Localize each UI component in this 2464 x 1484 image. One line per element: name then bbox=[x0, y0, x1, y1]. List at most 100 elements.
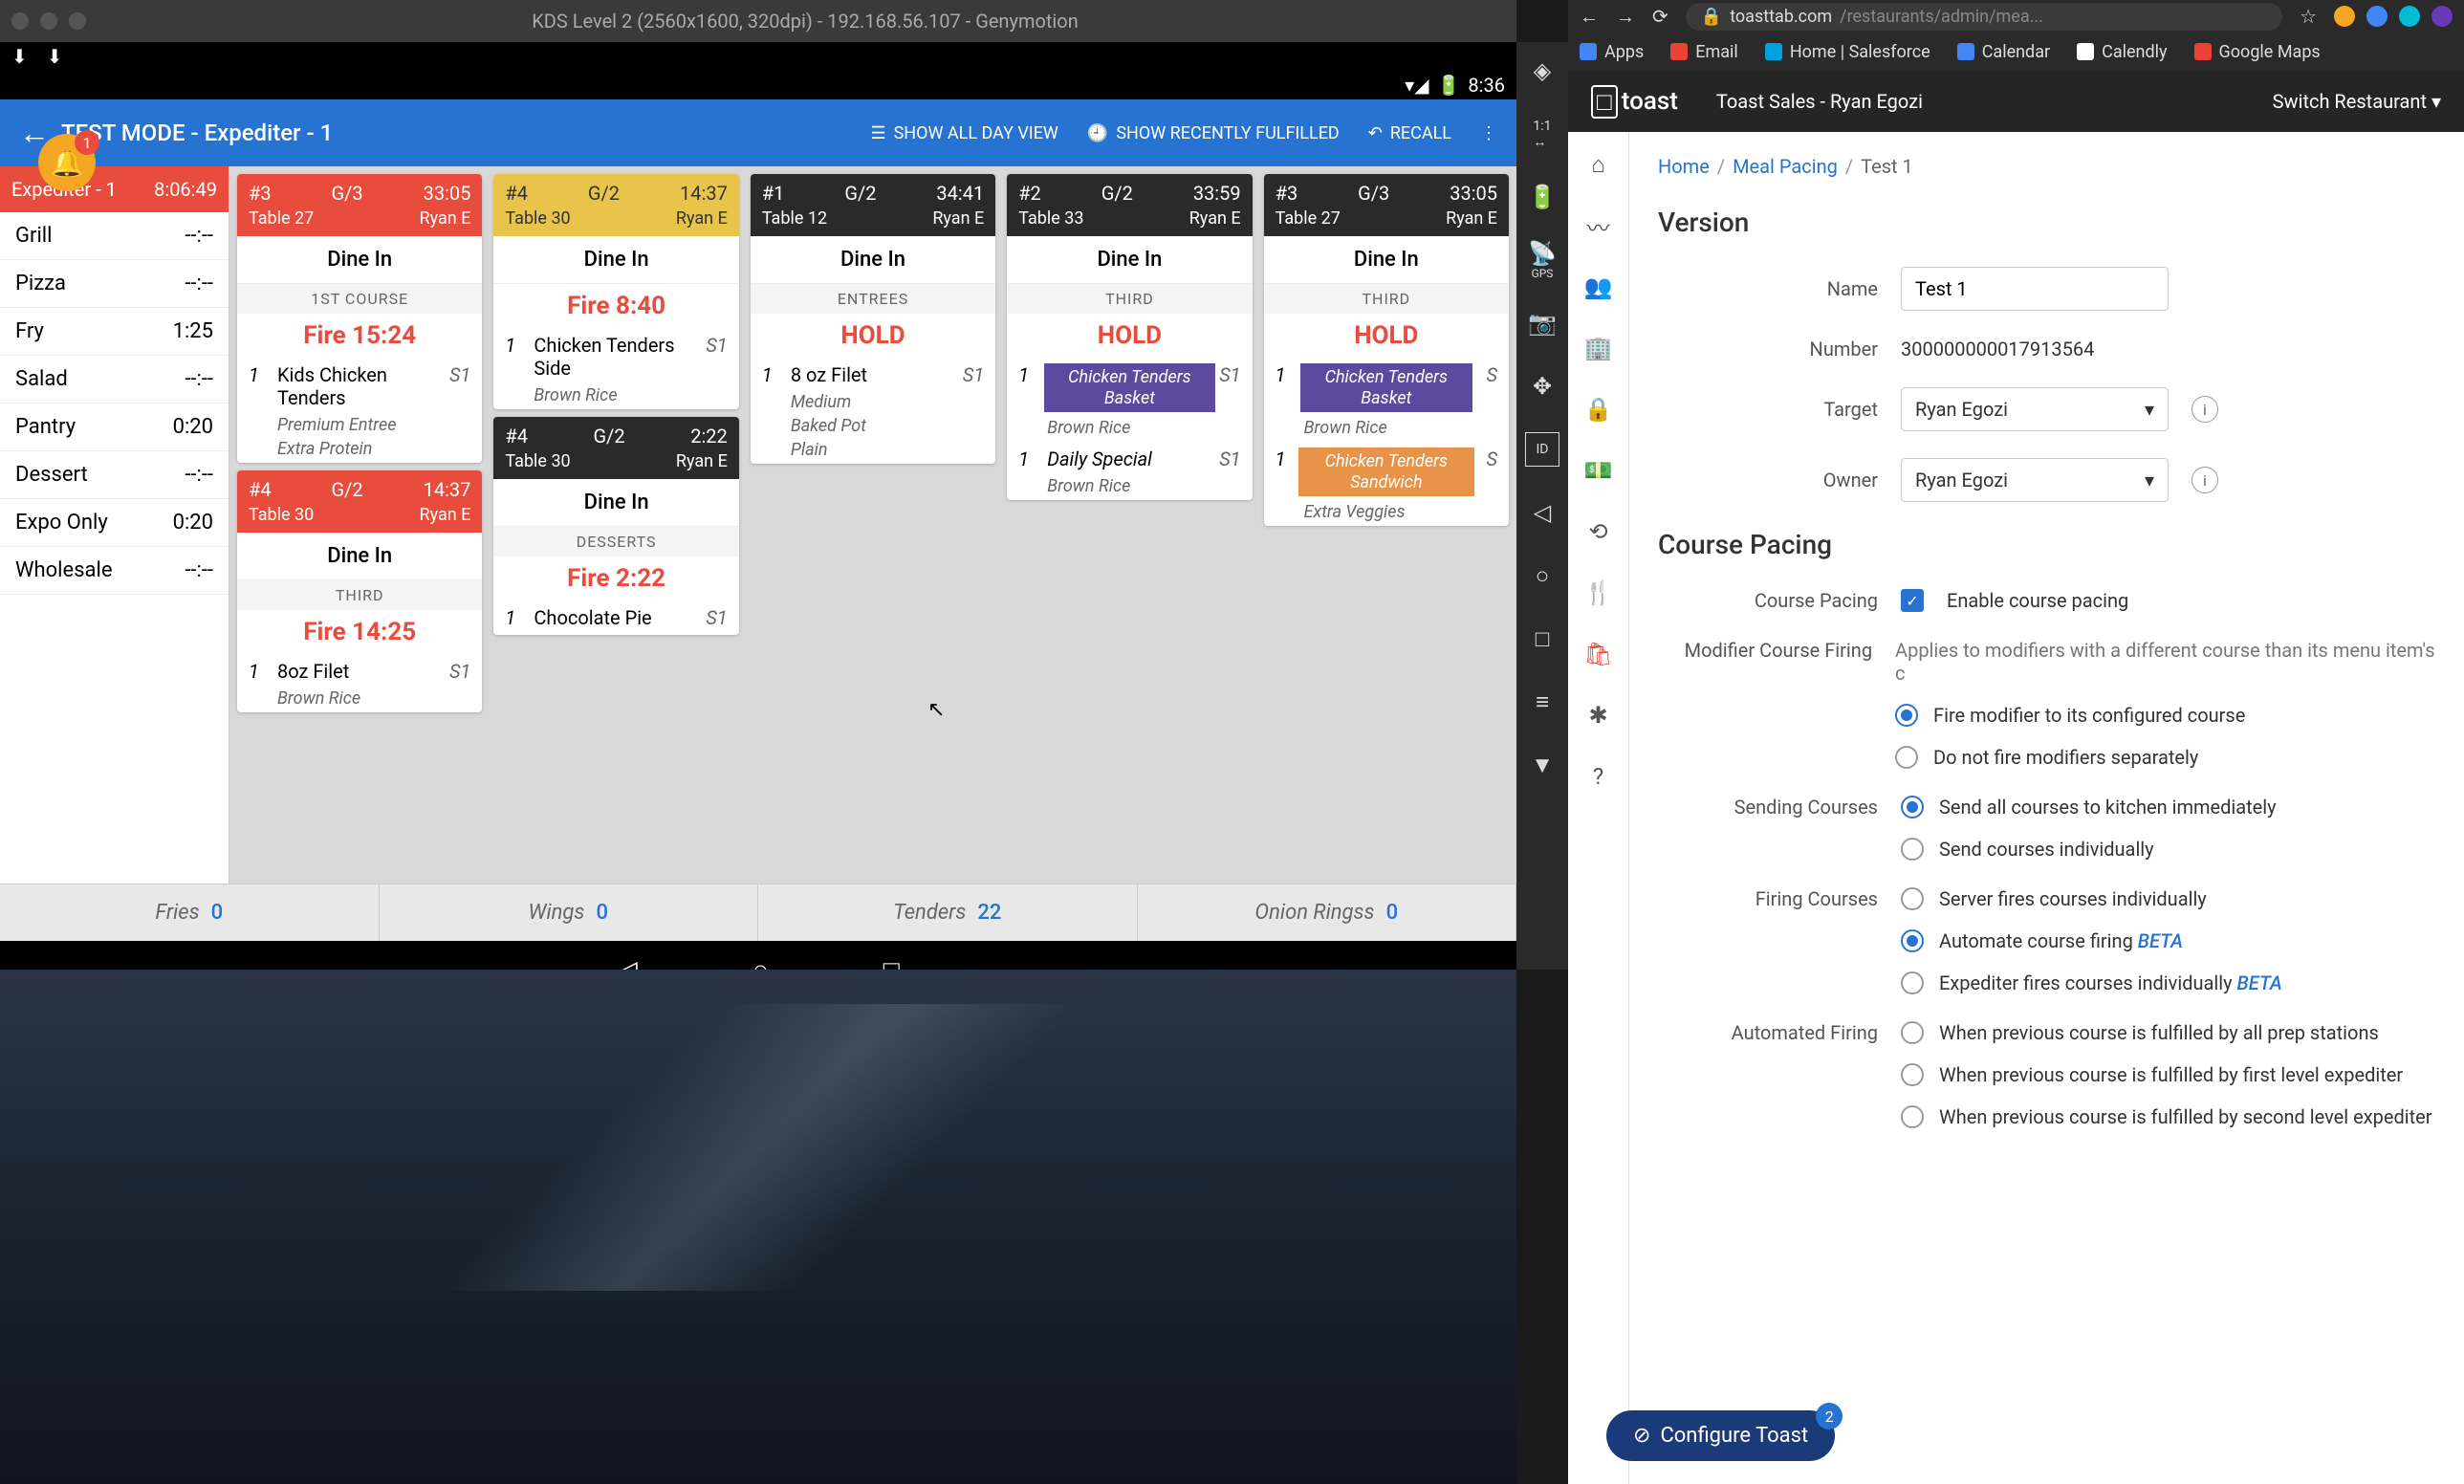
mcf-radio-1[interactable] bbox=[1895, 704, 1918, 727]
notification-bell[interactable]: 🔔1 bbox=[38, 134, 96, 191]
name-input[interactable] bbox=[1901, 267, 2169, 311]
camera-tool-icon[interactable]: 📷 bbox=[1525, 306, 1559, 340]
recent-tool-icon[interactable]: □ bbox=[1525, 622, 1559, 656]
chart-icon[interactable]: 〰 bbox=[1585, 212, 1612, 239]
nav-fwd-icon[interactable]: → bbox=[1616, 5, 1635, 29]
item-modifier: Medium bbox=[751, 392, 995, 416]
ext-icon[interactable] bbox=[2431, 6, 2453, 27]
bookmark-item[interactable]: Calendly bbox=[2077, 42, 2167, 62]
nav-back-icon[interactable]: ← bbox=[1580, 5, 1599, 29]
ticket-card[interactable]: #4G/22:22 Table 30Ryan E Dine InDESSERTS… bbox=[493, 417, 738, 635]
item-modifier: Extra Veggies bbox=[1264, 502, 1509, 526]
url-bar[interactable]: 🔒 toasttab.com/restaurants/admin/mea... bbox=[1686, 3, 2282, 31]
footer-item[interactable]: Onion Ringss0 bbox=[1138, 884, 1517, 941]
rotate-icon[interactable]: ◈ bbox=[1525, 54, 1559, 88]
ext-icon[interactable] bbox=[2399, 6, 2420, 27]
battery-icon: 🔋 bbox=[1437, 74, 1461, 97]
show-recent-button[interactable]: 🕘SHOW RECENTLY FULFILLED bbox=[1087, 123, 1340, 143]
ticket-card[interactable]: #3G/333:05 Table 27Ryan E Dine InTHIRDHO… bbox=[1264, 174, 1509, 526]
bookmark-item[interactable]: Google Maps bbox=[2194, 42, 2321, 62]
sidebar-row[interactable]: Fry1:25 bbox=[0, 308, 229, 356]
course-label: DESSERTS bbox=[493, 527, 738, 556]
fc-radio-3[interactable] bbox=[1901, 971, 1924, 994]
min-dot[interactable] bbox=[40, 12, 57, 30]
building-icon[interactable]: 🏢 bbox=[1585, 335, 1612, 361]
bc-home[interactable]: Home bbox=[1658, 155, 1710, 178]
ext-icon[interactable] bbox=[2366, 6, 2388, 27]
ticket-card[interactable]: #2G/233:59 Table 33Ryan E Dine InTHIRDHO… bbox=[1007, 174, 1252, 500]
more-icon[interactable]: ⋮ bbox=[1480, 123, 1497, 143]
sc-radio-1[interactable] bbox=[1901, 796, 1924, 818]
owner-select[interactable]: Ryan Egozi▾ bbox=[1901, 458, 2169, 502]
target-select[interactable]: Ryan Egozi▾ bbox=[1901, 387, 2169, 431]
info-icon[interactable]: i bbox=[2191, 396, 2218, 423]
scale-icon[interactable]: 1:1↔ bbox=[1525, 117, 1559, 151]
people-icon[interactable]: 👥 bbox=[1585, 273, 1612, 300]
lock-nav-icon[interactable]: 🔒 bbox=[1585, 396, 1612, 423]
max-dot[interactable] bbox=[69, 12, 86, 30]
item-modifier: Brown Rice bbox=[1007, 476, 1252, 500]
gps-tool-icon[interactable]: 📡GPS bbox=[1525, 243, 1559, 277]
bookmark-item[interactable]: Email bbox=[1670, 42, 1738, 62]
sidebar-header[interactable]: Expediter - 1 8:06:49 bbox=[0, 166, 229, 212]
sc-radio-2[interactable] bbox=[1901, 838, 1924, 861]
home-tool-icon[interactable]: ○ bbox=[1525, 558, 1559, 593]
bookmark-item[interactable]: Calendar bbox=[1957, 42, 2050, 62]
item-modifier: Brown Rice bbox=[237, 688, 482, 712]
footer-item[interactable]: Tenders22 bbox=[758, 884, 1138, 941]
toast-logo[interactable]: □toast bbox=[1591, 85, 1678, 119]
fc-radio-1[interactable] bbox=[1901, 887, 1924, 910]
target-label: Target bbox=[1658, 398, 1878, 421]
help-icon[interactable]: ? bbox=[1585, 763, 1612, 790]
sidebar-row[interactable]: Pizza--:-- bbox=[0, 260, 229, 308]
expand-tool-icon[interactable]: ▼ bbox=[1525, 748, 1559, 782]
sync-icon[interactable]: ⟲ bbox=[1585, 518, 1612, 545]
utensils-icon[interactable]: 🍴 bbox=[1585, 579, 1612, 606]
mcf-radio-2[interactable] bbox=[1895, 746, 1918, 769]
ticket-header: #1G/234:41 Table 12Ryan E bbox=[751, 174, 995, 236]
ticket-card[interactable]: #4G/214:37 Table 30Ryan E Dine InFire 8:… bbox=[493, 174, 738, 409]
shop-icon[interactable]: 🛍 bbox=[1585, 641, 1612, 667]
network-icon[interactable]: ✱ bbox=[1585, 702, 1612, 729]
sidebar-row[interactable]: Dessert--:-- bbox=[0, 451, 229, 499]
footer-item[interactable]: Wings0 bbox=[380, 884, 759, 941]
configure-toast-button[interactable]: ⊘ Configure Toast 2 bbox=[1606, 1410, 1835, 1461]
sidebar-row[interactable]: Salad--:-- bbox=[0, 356, 229, 404]
ticket-card[interactable]: #3G/333:05 Table 27Ryan E Dine In1ST COU… bbox=[237, 174, 482, 463]
bc-meal-pacing[interactable]: Meal Pacing bbox=[1733, 155, 1838, 178]
switch-restaurant-button[interactable]: Switch Restaurant ▾ bbox=[2273, 90, 2441, 113]
menu-tool-icon[interactable]: ≡ bbox=[1525, 685, 1559, 719]
money-icon[interactable]: 💵 bbox=[1585, 457, 1612, 484]
desktop-wave bbox=[0, 1004, 1516, 1291]
id-tool-icon[interactable]: ID bbox=[1525, 432, 1559, 467]
af-radio-1[interactable] bbox=[1901, 1021, 1924, 1044]
af-radio-2[interactable] bbox=[1901, 1063, 1924, 1086]
star-icon[interactable]: ☆ bbox=[2300, 5, 2317, 28]
sidebar-row[interactable]: Pantry0:20 bbox=[0, 404, 229, 451]
bookmark-item[interactable]: Home | Salesforce bbox=[1765, 42, 1930, 62]
window-controls[interactable] bbox=[11, 12, 86, 30]
bookmark-item[interactable]: Apps bbox=[1580, 42, 1644, 62]
move-tool-icon[interactable]: ✥ bbox=[1525, 369, 1559, 404]
item-chip: Chicken Tenders Basket bbox=[1300, 363, 1472, 412]
nav-reload-icon[interactable]: ⟳ bbox=[1652, 5, 1668, 28]
show-all-day-button[interactable]: ☰SHOW ALL DAY VIEW bbox=[870, 123, 1058, 143]
sidebar-row[interactable]: Grill--:-- bbox=[0, 212, 229, 260]
footer-item[interactable]: Fries0 bbox=[0, 884, 380, 941]
close-dot[interactable] bbox=[11, 12, 29, 30]
sidebar-row[interactable]: Expo Only0:20 bbox=[0, 499, 229, 547]
ticket-card[interactable]: #4G/214:37 Table 30Ryan E Dine InTHIRDFi… bbox=[237, 470, 482, 712]
recall-button[interactable]: ↶RECALL bbox=[1368, 123, 1451, 143]
mac-titlebar: KDS Level 2 (2560x1600, 320dpi) - 192.16… bbox=[0, 0, 1516, 42]
ticket-card[interactable]: #1G/234:41 Table 12Ryan E Dine InENTREES… bbox=[751, 174, 995, 464]
info-icon[interactable]: i bbox=[2191, 467, 2218, 493]
battery-tool-icon[interactable]: 🔋 bbox=[1525, 180, 1559, 214]
cp-checkbox[interactable]: ✓ bbox=[1901, 589, 1924, 612]
fc-radio-2[interactable] bbox=[1901, 929, 1924, 952]
wifi-icon: ▾◢ bbox=[1405, 74, 1428, 97]
back-tool-icon[interactable]: ◁ bbox=[1525, 495, 1559, 530]
ext-icon[interactable] bbox=[2334, 6, 2355, 27]
sidebar-row[interactable]: Wholesale--:-- bbox=[0, 547, 229, 595]
af-radio-3[interactable] bbox=[1901, 1105, 1924, 1128]
home-icon[interactable]: ⌂ bbox=[1585, 151, 1612, 178]
